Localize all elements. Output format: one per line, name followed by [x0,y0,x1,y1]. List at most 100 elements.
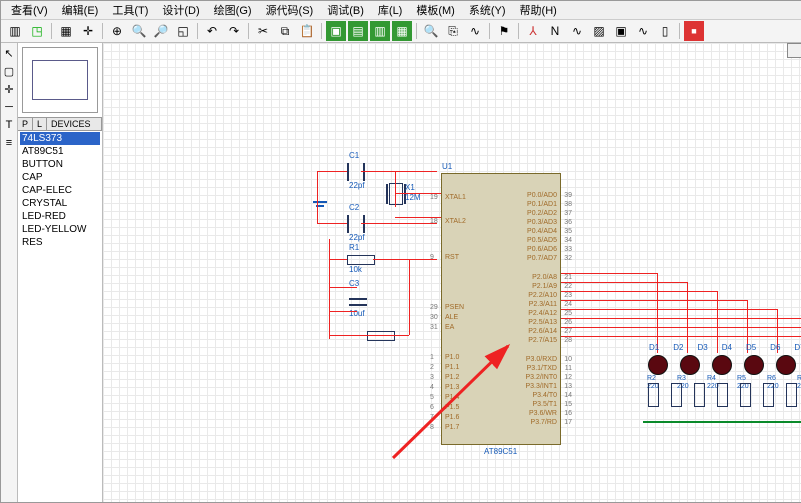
menu-tpl[interactable]: 模板(M) [410,1,461,19]
c2-symbol[interactable] [347,215,365,233]
res-r8[interactable] [786,383,797,407]
res-r6[interactable] [740,383,751,407]
menu-sys[interactable]: 系统(Y) [463,1,512,19]
r1-symbol[interactable] [347,255,375,265]
tb-tag-icon[interactable]: ⎘ [443,21,463,41]
pinnum: 1 [430,354,434,361]
pinnum: 37 [564,210,572,217]
tb-crosshair-icon[interactable]: ✛ [78,21,98,41]
pinnum: 12 [564,374,572,381]
tb-search-icon[interactable]: 🔍 [421,21,441,41]
x1-symbol[interactable] [389,183,403,205]
tab-devices[interactable]: DEVICES [47,118,102,130]
lt-comp-icon[interactable]: ▢ [3,65,15,77]
chip-model: AT89C51 [484,447,517,456]
menu-debug[interactable]: 调试(B) [321,1,370,19]
schematic-canvas[interactable]: C1 22pf C2 22pf X1 12M R1 10k C3 10uf [103,43,801,502]
device-item[interactable]: BUTTON [20,158,100,171]
btn-symbol[interactable] [367,331,395,341]
app-root: 查看(V) 编辑(E) 工具(T) 设计(D) 绘图(G) 源代码(S) 调试(… [0,0,801,503]
led-d3[interactable] [712,355,732,375]
tb-net-icon[interactable]: N [545,21,565,41]
tab-l[interactable]: L [33,118,47,130]
device-item[interactable]: 74LS373 [20,132,100,145]
tb-cut-icon[interactable]: ✂ [253,21,273,41]
device-item[interactable]: CAP [20,171,100,184]
tb-block2-icon[interactable]: ▤ [348,21,368,41]
menu-view[interactable]: 查看(V) [5,1,54,19]
pinnum: 39 [564,192,572,199]
pin-P2.3/A11: P2.3/A11 [529,301,557,309]
chip-u1[interactable]: U1 AT89C51 XTAL1 19XTAL2 18RST 9PSEN 29A… [441,173,561,445]
led-d2[interactable] [680,355,700,375]
panel-tabs: P L DEVICES [18,117,102,131]
pinnum: 7 [430,414,434,421]
tb-block1-icon[interactable]: ▣ [326,21,346,41]
pinnum: 15 [564,401,572,408]
tb-chip-icon[interactable]: ▣ [611,21,631,41]
tb-stop-icon[interactable]: ■ [684,21,704,41]
device-item[interactable]: RES [20,236,100,249]
res-r3[interactable] [671,383,682,407]
tb-wave-icon[interactable]: ∿ [633,21,653,41]
tb-zoomin-icon[interactable]: 🔍 [129,21,149,41]
res-r5[interactable] [717,383,728,407]
tb-green-icon[interactable]: ◳ [27,21,47,41]
tb-center-icon[interactable]: ⊕ [107,21,127,41]
pin-P0.5/AD5: P0.5/AD5 [527,237,557,245]
tb-undo-icon[interactable]: ↶ [202,21,222,41]
menu-draw[interactable]: 绘图(G) [208,1,258,19]
tb-block3-icon[interactable]: ▥ [370,21,390,41]
menu-help[interactable]: 帮助(H) [514,1,563,19]
led-d5[interactable] [776,355,796,375]
menu-source[interactable]: 源代码(S) [260,1,320,19]
tb-copy-icon[interactable]: ⧉ [275,21,295,41]
menu-lib[interactable]: 库(L) [372,1,408,19]
tb-toolA-icon[interactable]: ⅄ [523,21,543,41]
wire [409,259,410,335]
c1-symbol[interactable] [347,163,365,181]
device-list[interactable]: 74LS373 AT89C51 BUTTON CAP CAP-ELEC CRYS… [18,131,102,502]
res-r7[interactable] [763,383,774,407]
pin-P2.2/A10: P2.2/A10 [528,292,557,300]
led-d4[interactable] [744,355,764,375]
tb-block4-icon[interactable]: ▦ [392,21,412,41]
pin-P0.0/AD0: P0.0/AD0 [527,192,557,200]
device-item[interactable]: CAP-ELEC [20,184,100,197]
wire [373,259,437,260]
lt-cursor-icon[interactable]: ↖ [3,47,15,59]
lt-plus-icon[interactable]: ✛ [3,83,15,95]
tb-redo-icon[interactable]: ↷ [224,21,244,41]
tb-zoomfit-icon[interactable]: ◱ [173,21,193,41]
res-r2[interactable] [648,383,659,407]
tb-doc-icon[interactable]: ▯ [655,21,675,41]
device-item[interactable]: LED-YELLOW [20,223,100,236]
pinnum: 29 [430,304,438,311]
tb-wire-icon[interactable]: ∿ [465,21,485,41]
tab-p[interactable]: P [18,118,33,130]
tb-paste-icon[interactable]: 📋 [297,21,317,41]
res-r4[interactable] [694,383,705,407]
c3-symbol[interactable] [349,301,367,304]
menu-edit[interactable]: 编辑(E) [56,1,105,19]
pin-EA: EA [445,324,454,332]
device-item[interactable]: CRYSTAL [20,197,100,210]
tb-grid-icon[interactable]: ▦ [56,21,76,41]
lt-wire-icon[interactable]: ─ [3,101,15,113]
overview-box[interactable] [22,47,98,113]
menu-design[interactable]: 设计(D) [156,1,205,19]
lt-bus-icon[interactable]: ≡ [3,137,15,149]
device-item[interactable]: LED-RED [20,210,100,223]
led-d1[interactable] [648,355,668,375]
pinnum: 2 [430,364,434,371]
menu-tool[interactable]: 工具(T) [106,1,154,19]
wire [559,327,801,328]
tb-scope-icon[interactable]: ∿ [567,21,587,41]
tb-zoomout-icon[interactable]: 🔎 [151,21,171,41]
tb-sheet-icon[interactable]: ▥ [5,21,25,41]
tb-chart-icon[interactable]: ▨ [589,21,609,41]
gnd-1 [313,201,327,211]
device-item[interactable]: AT89C51 [20,145,100,158]
tb-flag-icon[interactable]: ⚑ [494,21,514,41]
lt-text-icon[interactable]: T [3,119,15,131]
